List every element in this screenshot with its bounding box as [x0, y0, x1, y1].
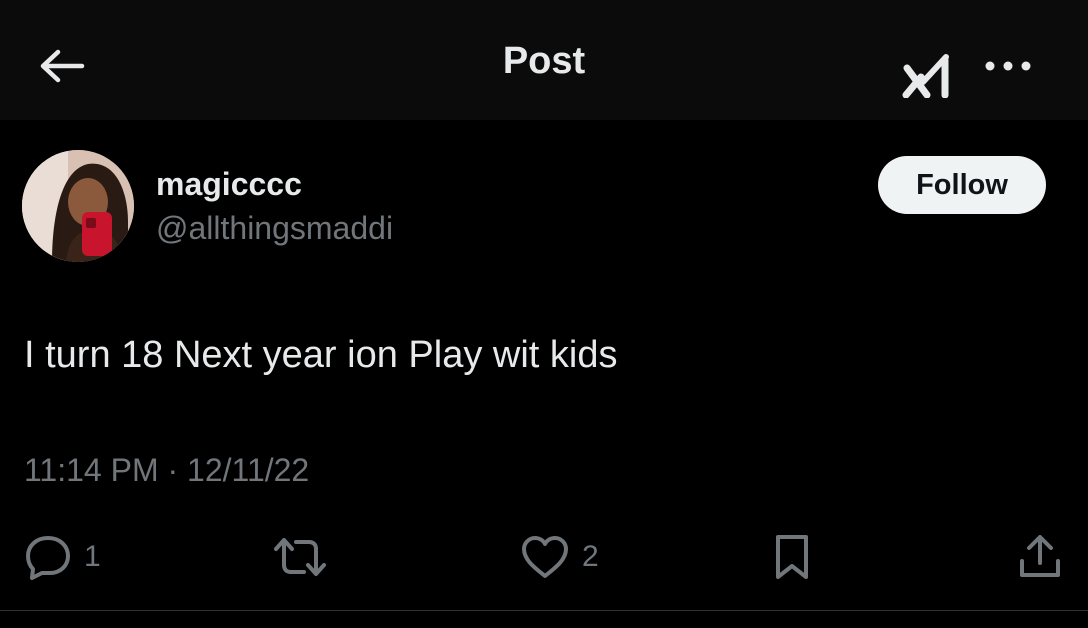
reply-count: 1	[84, 540, 101, 573]
more-options-button[interactable]	[980, 48, 1036, 84]
grok-button[interactable]	[898, 50, 960, 100]
like-count: 2	[582, 540, 599, 573]
like-icon	[520, 535, 570, 579]
share-button[interactable]	[1016, 532, 1064, 582]
author-handle[interactable]: @allthingsmaddi	[156, 210, 393, 247]
arrow-left-icon	[38, 49, 86, 83]
follow-button[interactable]: Follow	[878, 156, 1046, 214]
top-bar: Post	[0, 0, 1088, 120]
reply-icon	[24, 534, 72, 580]
repost-button[interactable]	[272, 532, 328, 582]
bottom-divider	[0, 610, 1088, 611]
avatar[interactable]	[22, 150, 134, 262]
back-button[interactable]	[36, 44, 88, 88]
reply-button[interactable]: 1	[24, 532, 101, 582]
share-icon	[1016, 533, 1064, 581]
like-button[interactable]: 2	[520, 532, 599, 582]
post-text: I turn 18 Next year ion Play wit kids	[24, 334, 618, 376]
grok-icon	[901, 52, 957, 98]
bookmark-icon	[772, 533, 812, 581]
bookmark-button[interactable]	[772, 532, 812, 582]
author-display-name[interactable]: magicccc	[156, 166, 302, 203]
post-timestamp[interactable]: 11:14 PM · 12/11/22	[24, 452, 309, 489]
more-horizontal-icon	[984, 60, 1032, 72]
repost-icon	[272, 535, 328, 579]
